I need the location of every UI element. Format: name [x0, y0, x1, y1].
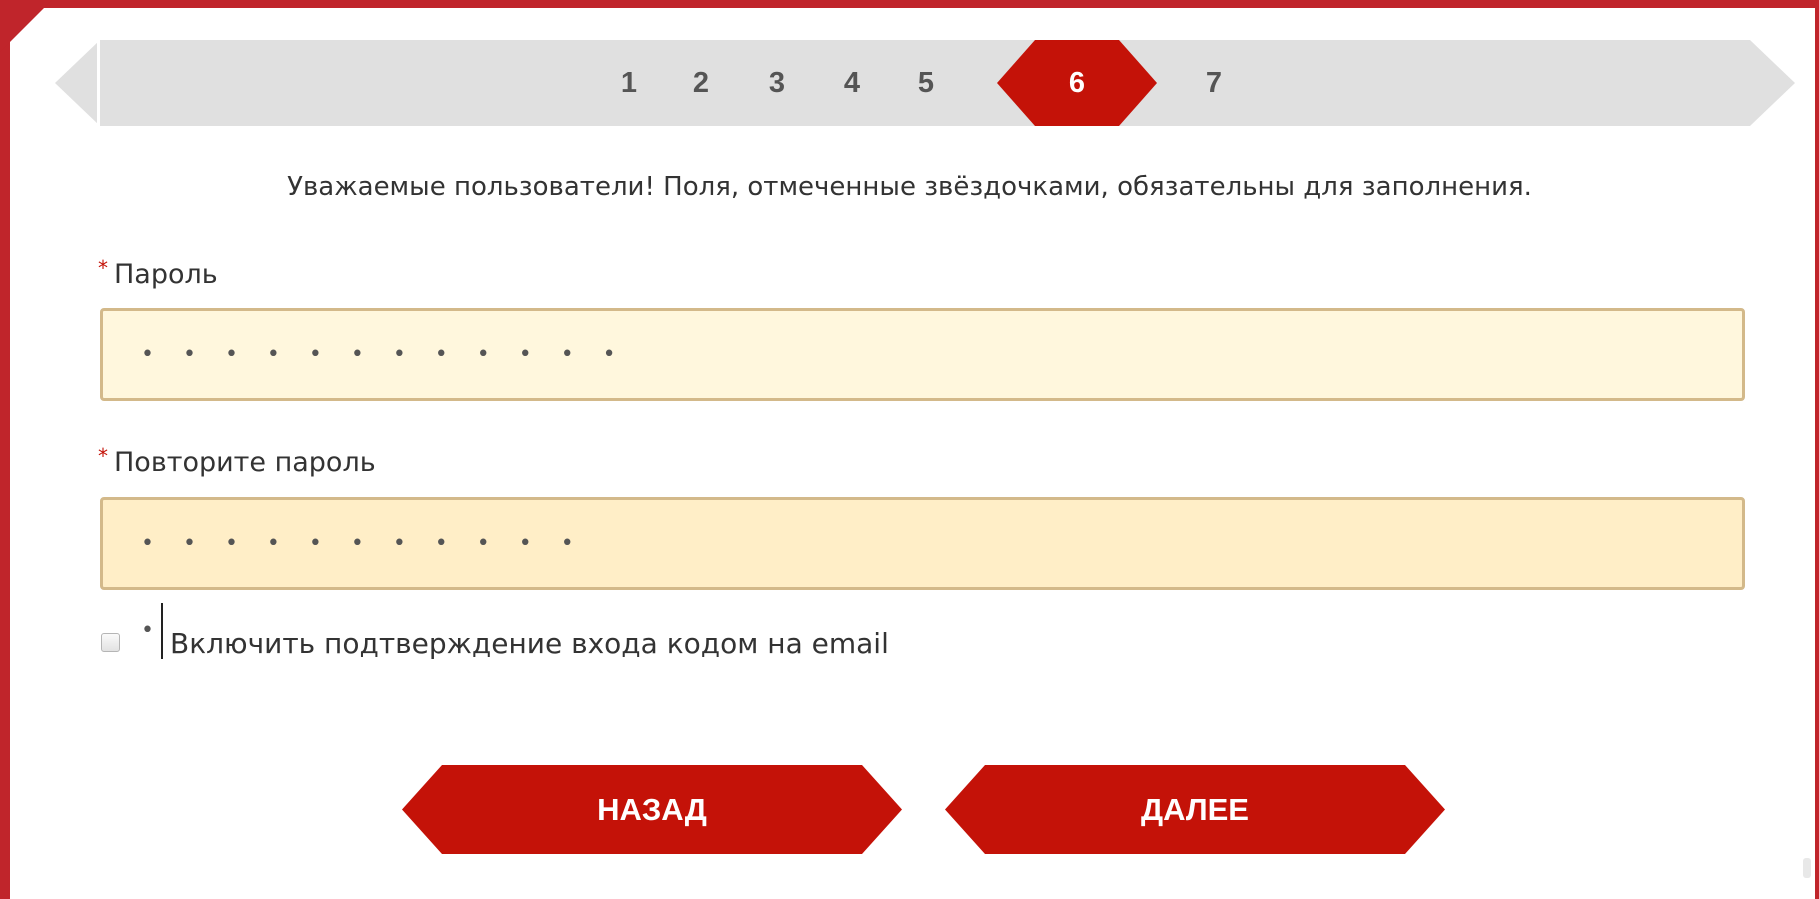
step-4[interactable]: 4 [832, 40, 872, 126]
step-5[interactable]: 5 [906, 40, 946, 126]
step-6-current[interactable]: 6 [997, 40, 1157, 126]
back-button[interactable]: НАЗАД [402, 765, 902, 854]
password-label: * Пароль [98, 256, 218, 290]
email-confirm-label[interactable]: Включить подтверждение входа кодом на em… [170, 627, 889, 660]
password-field[interactable]: • • • • • • • • • • • • [100, 308, 1745, 401]
frame-top-border [0, 0, 1819, 8]
password-label-text: Пароль [114, 259, 218, 290]
repeat-password-label: * Повторите пароль [98, 444, 376, 478]
email-confirm-checkbox[interactable] [101, 633, 120, 652]
next-button[interactable]: ДАЛЕЕ [945, 765, 1445, 854]
required-asterisk: * [98, 444, 108, 468]
step-1[interactable]: 1 [609, 40, 649, 126]
text-cursor [160, 603, 163, 659]
frame-left-border [0, 0, 10, 899]
step-list: 1 2 3 4 5 6 7 [0, 40, 1819, 126]
frame-right-border [1815, 0, 1819, 899]
repeat-password-value-wrap: • • • • • • • • • • • • [141, 500, 625, 659]
step-3[interactable]: 3 [757, 40, 797, 126]
password-masked-value: • • • • • • • • • • • • [141, 342, 627, 367]
repeat-password-field[interactable]: • • • • • • • • • • • • [100, 497, 1745, 659]
step-2[interactable]: 2 [681, 40, 721, 126]
required-asterisk: * [98, 256, 108, 280]
repeat-password-label-text: Повторите пароль [114, 447, 376, 478]
scrollbar-edge [1803, 858, 1811, 878]
step-7[interactable]: 7 [1194, 40, 1234, 126]
required-fields-notice: Уважаемые пользователи! Поля, отмеченные… [287, 172, 1532, 202]
